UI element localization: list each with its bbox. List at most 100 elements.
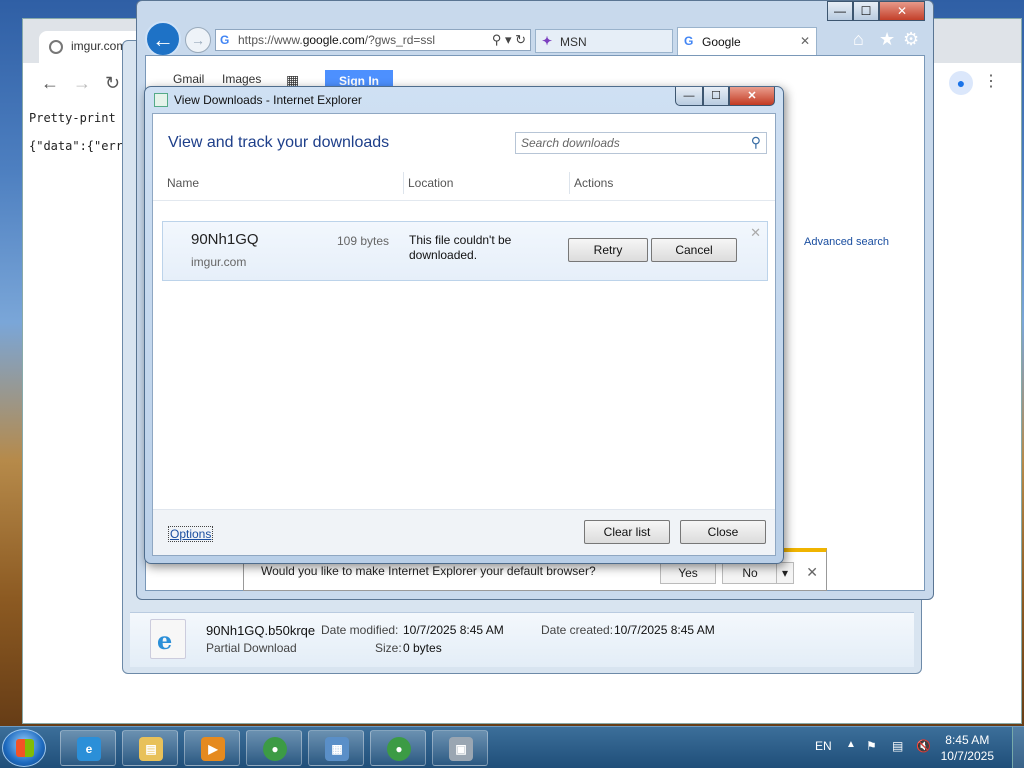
dialog-title: View Downloads - Internet Explorer	[174, 93, 362, 107]
reload-icon[interactable]: ↻	[105, 73, 120, 94]
ie-address-bar[interactable]: G https://www.google.com/?gws_rd=ssl ⚲ ▾…	[215, 29, 531, 51]
close-tab-icon[interactable]: ✕	[800, 34, 810, 48]
address-prefix: https://www.	[238, 33, 303, 47]
control-panel-icon: ▦	[325, 737, 349, 761]
taskbar-internet-explorer[interactable]: e	[60, 730, 116, 766]
default-browser-message: Would you like to make Internet Explorer…	[261, 564, 596, 578]
ie-tab-google[interactable]: G Google ✕	[677, 27, 817, 55]
date-modified-label: Date modified:	[321, 623, 399, 637]
download-item[interactable]: 90Nh1GQ imgur.com 109 bytes This file co…	[162, 221, 768, 281]
column-header-name[interactable]: Name	[167, 176, 199, 190]
advanced-search-link[interactable]: Advanced search	[804, 236, 889, 248]
dialog-close-button[interactable]: ✕	[729, 87, 775, 106]
pretty-print-label: Pretty-print	[29, 111, 116, 125]
dialog-maximize-button[interactable]: ☐	[703, 87, 729, 106]
dialog-footer: Options Clear list Close	[153, 509, 775, 555]
chrome-icon: ●	[263, 737, 287, 761]
taskbar-file-explorer[interactable]: ▤	[122, 730, 178, 766]
globe-icon	[49, 40, 63, 54]
header-separator	[153, 200, 775, 201]
download-source: imgur.com	[191, 255, 247, 269]
date-created-value: 10/7/2025 8:45 AM	[614, 623, 715, 637]
clear-list-button[interactable]: Clear list	[584, 520, 670, 544]
size-label: Size:	[375, 641, 402, 655]
close-bar-icon[interactable]: ✕	[806, 564, 818, 581]
search-placeholder: Search downloads	[521, 136, 620, 150]
settings-gear-icon[interactable]: ⚙	[903, 29, 919, 50]
column-divider	[403, 172, 404, 194]
ie-close-button[interactable]: ✕	[879, 1, 925, 21]
downloads-client-area: View and track your downloads Search dow…	[152, 113, 776, 556]
ie-tab-msn[interactable]: ✦ MSN	[535, 29, 673, 53]
msn-icon: ✦	[542, 34, 553, 48]
gmail-link[interactable]: Gmail	[173, 72, 204, 86]
column-header-location[interactable]: Location	[408, 176, 453, 190]
language-indicator[interactable]: EN	[815, 739, 832, 753]
close-button[interactable]: Close	[680, 520, 766, 544]
chrome-icon: ●	[387, 737, 411, 761]
file-name: 90Nh1GQ.b50krqe	[206, 623, 316, 638]
yes-button[interactable]: Yes	[660, 562, 716, 584]
column-header-actions[interactable]: Actions	[574, 176, 613, 190]
volume-muted-icon[interactable]: 🔇	[916, 739, 931, 753]
images-link[interactable]: Images	[222, 72, 261, 86]
back-arrow-icon[interactable]: ←	[41, 73, 59, 94]
column-divider	[569, 172, 570, 194]
favorites-star-icon[interactable]: ★	[879, 29, 895, 50]
download-size: 109 bytes	[337, 234, 390, 248]
google-icon: G	[684, 34, 694, 48]
taskbar-chrome-2[interactable]: ●	[370, 730, 426, 766]
search-dropdown-refresh-icons[interactable]: ⚲ ▾ ↻	[492, 32, 526, 48]
cancel-button[interactable]: Cancel	[651, 238, 737, 262]
ie-forward-button[interactable]: →	[185, 27, 211, 53]
retry-button[interactable]: Retry	[568, 238, 648, 262]
taskbar-chrome[interactable]: ●	[246, 730, 302, 766]
taskbar-app[interactable]: ▣	[432, 730, 488, 766]
search-icon[interactable]: ⚲	[751, 134, 761, 151]
options-link[interactable]: Options	[168, 526, 214, 542]
tab-label: MSN	[560, 35, 587, 49]
taskbar: e ▤ ▶ ● ▦ ● ▣ EN ▲ ⚑ ▤ 🔇 8:45 AM 10/7/20…	[0, 726, 1024, 768]
download-status: This file couldn't be downloaded.	[409, 233, 512, 262]
ie-back-button[interactable]: ←	[145, 21, 181, 57]
google-icon: G	[220, 33, 230, 47]
clock-time: 8:45 AM	[945, 733, 990, 747]
address-domain: google.com	[302, 33, 365, 47]
taskbar-control-panel[interactable]: ▦	[308, 730, 364, 766]
profile-avatar-icon[interactable]: ●	[949, 71, 973, 95]
home-icon[interactable]: ⌂	[853, 29, 864, 50]
ie-file-icon: e	[150, 619, 186, 659]
app-window-icon: ▣	[449, 737, 473, 761]
search-downloads-input[interactable]: Search downloads ⚲	[515, 132, 767, 154]
download-file-name: 90Nh1GQ	[191, 231, 259, 248]
show-hidden-icons-icon[interactable]: ▲	[846, 739, 856, 750]
dialog-minimize-button[interactable]: —	[675, 87, 703, 106]
folder-icon: ▤	[139, 737, 163, 761]
ie-minimize-button[interactable]: —	[827, 1, 853, 21]
json-response-text: {"data":{"err	[29, 139, 123, 153]
downloads-window-icon	[154, 93, 168, 107]
clock-date: 10/7/2025	[940, 749, 994, 763]
remove-item-icon[interactable]: ✕	[750, 225, 761, 241]
start-button[interactable]	[2, 729, 46, 767]
forward-arrow-icon[interactable]: →	[73, 73, 91, 94]
ie-maximize-button[interactable]: ☐	[853, 1, 879, 21]
no-dropdown-icon[interactable]: ▾	[776, 562, 794, 584]
explorer-details-pane: e 90Nh1GQ.b50krqe Partial Download Date …	[130, 612, 914, 667]
date-modified-value: 10/7/2025 8:45 AM	[403, 623, 504, 637]
action-center-flag-icon[interactable]: ⚑	[866, 739, 877, 753]
date-created-label: Date created:	[541, 623, 614, 637]
show-desktop-button[interactable]	[1012, 727, 1024, 768]
size-value: 0 bytes	[403, 641, 442, 655]
internet-explorer-icon: e	[77, 737, 101, 761]
address-suffix: /?gws_rd=ssl	[364, 33, 436, 47]
view-downloads-dialog: View Downloads - Internet Explorer — ☐ ✕…	[144, 86, 784, 564]
system-clock[interactable]: 8:45 AM 10/7/2025	[941, 732, 994, 764]
network-icon[interactable]: ▤	[892, 739, 903, 753]
menu-kebab-icon[interactable]: ⋮	[983, 71, 999, 91]
taskbar-media-player[interactable]: ▶	[184, 730, 240, 766]
chrome-tab-label: imgur.com/	[71, 39, 130, 53]
file-type: Partial Download	[206, 641, 297, 655]
no-button[interactable]: No	[722, 562, 778, 584]
windows-logo-icon	[16, 739, 34, 757]
